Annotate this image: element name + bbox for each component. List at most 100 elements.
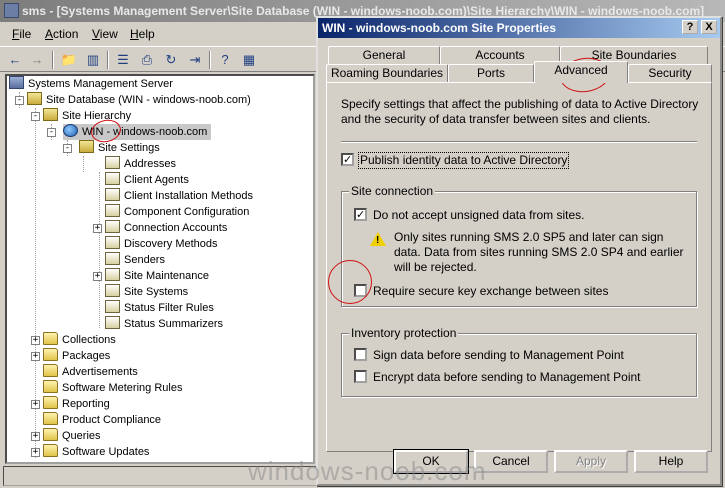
tab-advanced[interactable]: Advanced <box>534 61 628 83</box>
publish-ad-checkbox[interactable]: ✓ <box>341 153 354 166</box>
expand-icon[interactable]: + <box>31 448 40 457</box>
toolbar-separator <box>107 51 109 69</box>
tree-item-site-systems[interactable]: Site Systems <box>105 284 188 300</box>
sign-data-label[interactable]: Sign data before sending to Management P… <box>373 348 624 363</box>
toolbar-separator <box>209 51 211 69</box>
show-tree-icon[interactable]: ▥ <box>84 51 102 68</box>
menu-file[interactable]: File <box>12 27 31 41</box>
tree-item-site[interactable]: WIN - windows-noob.com <box>63 124 212 140</box>
tree-item-product-compliance[interactable]: Product Compliance <box>43 412 161 428</box>
collapse-icon[interactable]: - <box>63 144 72 153</box>
tree-item-reporting[interactable]: Reporting <box>43 396 110 412</box>
tree-item-connection-accounts[interactable]: Connection Accounts <box>105 220 227 236</box>
tree-item-discovery-methods[interactable]: Discovery Methods <box>105 236 218 252</box>
tree-item-site-settings[interactable]: Site Settings <box>79 140 160 156</box>
encrypt-data-label[interactable]: Encrypt data before sending to Managemen… <box>373 370 641 385</box>
packages-icon <box>43 348 58 361</box>
tree-item-packages[interactable]: Packages <box>43 348 110 364</box>
client-agents-icon <box>105 172 120 185</box>
sign-data-checkbox[interactable] <box>354 348 367 361</box>
collapse-icon[interactable]: - <box>15 96 24 105</box>
toolbar-separator <box>52 51 54 69</box>
close-button[interactable]: X <box>701 20 717 34</box>
tree-line <box>83 156 84 172</box>
help-icon[interactable]: ? <box>216 51 234 68</box>
tree-item-client-installation-methods[interactable]: Client Installation Methods <box>105 188 253 204</box>
tree-item-advertisements[interactable]: Advertisements <box>43 364 138 380</box>
tree-item-site-hierarchy[interactable]: Site Hierarchy <box>43 108 131 124</box>
tab-general[interactable]: General <box>328 46 440 64</box>
site-settings-icon <box>79 140 94 153</box>
tree-item-status-filter-rules[interactable]: Status Filter Rules <box>105 300 214 316</box>
site-connection-label: Site connection <box>349 184 436 198</box>
properties-icon[interactable]: ☰ <box>114 51 132 68</box>
forward-arrow-icon[interactable]: → <box>28 51 46 68</box>
senders-icon <box>105 252 120 265</box>
software-metering-icon <box>43 380 58 393</box>
expand-icon[interactable]: + <box>31 400 40 409</box>
tab-roaming-boundaries[interactable]: Roaming Boundaries <box>326 64 448 82</box>
collections-icon <box>43 332 58 345</box>
tree-item-software-metering-rules[interactable]: Software Metering Rules <box>43 380 182 396</box>
encrypt-data-checkbox[interactable] <box>354 370 367 383</box>
tree-item-client-agents[interactable]: Client Agents <box>105 172 189 188</box>
expand-icon[interactable]: + <box>31 336 40 345</box>
site-connection-group: Site connection ✓ Do not accept unsigned… <box>341 184 697 307</box>
dialog-title-text: WIN - windows-noob.com Site Properties <box>322 21 557 35</box>
menu-help[interactable]: Help <box>130 27 155 41</box>
connection-accounts-icon <box>105 220 120 233</box>
tree-item-status-summarizers[interactable]: Status Summarizers <box>105 316 223 332</box>
snapin-icon[interactable]: ▦ <box>240 51 258 68</box>
secure-key-label[interactable]: Require secure key exchange between site… <box>373 284 608 299</box>
reporting-icon <box>43 396 58 409</box>
tree-item-collections[interactable]: Collections <box>43 332 116 348</box>
queries-icon <box>43 428 58 441</box>
menu-action[interactable]: Action <box>45 27 78 41</box>
server-icon <box>9 76 24 89</box>
unsigned-data-checkbox[interactable]: ✓ <box>354 208 367 221</box>
unsigned-data-label[interactable]: Do not accept unsigned data from sites. <box>373 208 584 223</box>
database-icon <box>27 92 42 105</box>
console-tree[interactable]: Systems Management Server - Site Databas… <box>5 74 315 464</box>
expand-icon[interactable]: + <box>31 432 40 441</box>
hierarchy-icon <box>43 108 58 121</box>
tab-ports[interactable]: Ports <box>448 64 534 82</box>
expand-icon[interactable]: + <box>93 272 102 281</box>
up-folder-icon[interactable]: 📁 <box>60 51 78 68</box>
help-button[interactable]: Help <box>634 450 708 473</box>
annotation-circle <box>328 260 372 304</box>
tree-item-site-maintenance[interactable]: Site Maintenance <box>105 268 209 284</box>
print-icon[interactable]: ⎙ <box>138 51 156 68</box>
tree-item-addresses[interactable]: Addresses <box>105 156 176 172</box>
apply-button[interactable]: Apply <box>554 450 628 473</box>
tree-item-senders[interactable]: Senders <box>105 252 165 268</box>
separator <box>341 141 697 143</box>
collapse-icon[interactable]: - <box>31 112 40 121</box>
site-properties-dialog: WIN - windows-noob.com Site Properties ?… <box>316 16 722 486</box>
tab-security[interactable]: Security <box>628 64 712 82</box>
tree-item-site-database[interactable]: Site Database (WIN - windows-noob.com) <box>27 92 251 108</box>
publish-ad-label[interactable]: Publish identity data to Active Director… <box>357 152 570 169</box>
site-systems-icon <box>105 284 120 297</box>
product-compliance-icon <box>43 412 58 425</box>
tree-item-sms-root[interactable]: Systems Management Server <box>9 76 173 92</box>
help-title-button[interactable]: ? <box>682 20 698 34</box>
menu-view[interactable]: View <box>92 27 118 41</box>
expand-icon[interactable]: + <box>31 352 40 361</box>
tree-item-software-updates[interactable]: Software Updates <box>43 444 149 460</box>
tree-item-queries[interactable]: Queries <box>43 428 101 444</box>
warning-text: Only sites running SMS 2.0 SP5 and later… <box>394 230 684 274</box>
expand-icon[interactable]: + <box>93 224 102 233</box>
tree-item-component-configuration[interactable]: Component Configuration <box>105 204 249 220</box>
collapse-icon[interactable]: - <box>47 128 56 137</box>
refresh-icon[interactable]: ↻ <box>162 51 180 68</box>
addresses-icon <box>105 156 120 169</box>
warning-mark: ! <box>376 235 380 246</box>
component-configuration-icon <box>105 204 120 217</box>
inventory-protection-group: Inventory protection Sign data before se… <box>341 326 697 397</box>
export-list-icon[interactable]: ⇥ <box>186 51 204 68</box>
dialog-title-bar[interactable]: WIN - windows-noob.com Site Properties ?… <box>318 18 720 38</box>
back-arrow-icon[interactable]: ← <box>6 51 24 68</box>
site-maintenance-icon <box>105 268 120 281</box>
site-icon <box>63 124 78 137</box>
